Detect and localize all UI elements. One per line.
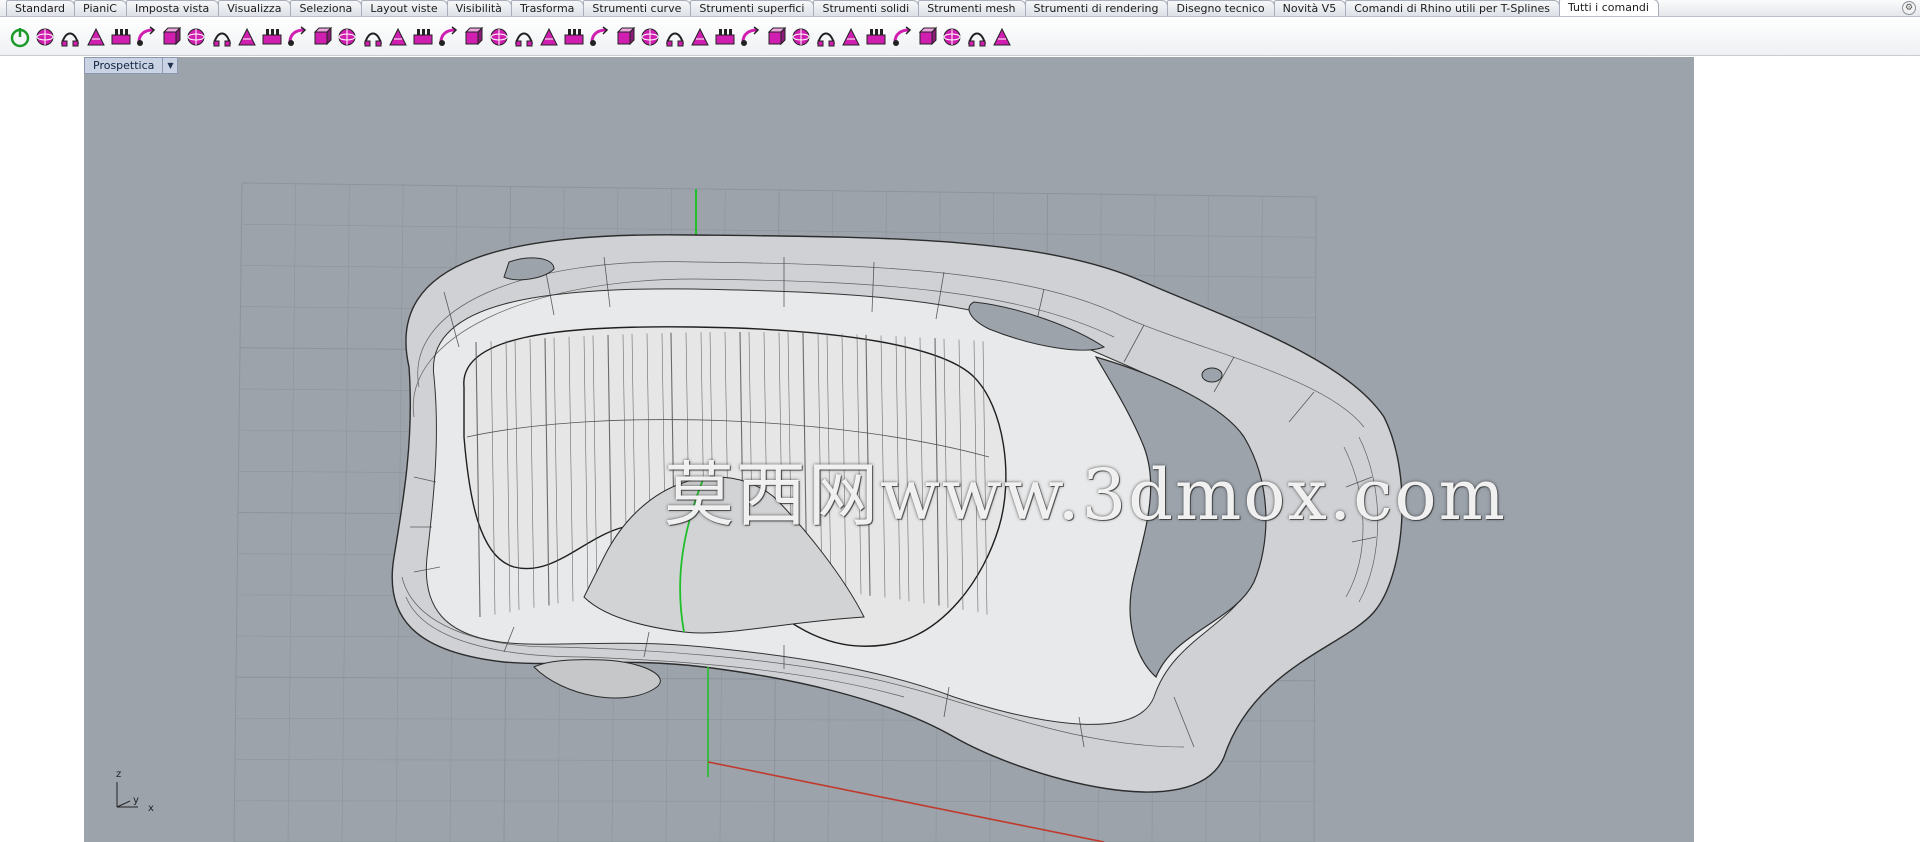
offset-icon[interactable]: [311, 26, 333, 48]
tab-seleziona[interactable]: Seleziona: [290, 0, 363, 16]
tab-strumenti-solidi[interactable]: Strumenti solidi: [813, 0, 920, 16]
axis-z-label: z: [116, 769, 122, 780]
surface-loft-icon[interactable]: [185, 26, 207, 48]
tab-tutti-i-comandi[interactable]: Tutti i comandi: [1558, 0, 1659, 16]
viewport-title: Prospettica: [93, 59, 155, 72]
tab-comandi-di-rhino-utili-per-t-splines[interactable]: Comandi di Rhino utili per T-Splines: [1345, 0, 1560, 16]
star-icon[interactable]: [815, 26, 837, 48]
tab-imposta-vista[interactable]: Imposta vista: [125, 0, 220, 16]
capsule-icon[interactable]: [966, 26, 988, 48]
gear-icon[interactable]: [991, 26, 1013, 48]
tangent-icon[interactable]: [714, 26, 736, 48]
tab-trasforma[interactable]: Trasforma: [510, 0, 585, 16]
grid-array-icon[interactable]: [412, 26, 434, 48]
box-icon[interactable]: [34, 26, 56, 48]
cylinder-icon[interactable]: [588, 25, 610, 48]
tab-strumenti-curve[interactable]: Strumenti curve: [583, 0, 692, 16]
array-icon[interactable]: [110, 26, 132, 48]
box-magenta-icon[interactable]: [362, 26, 384, 48]
tab-strumenti-di-rendering[interactable]: Strumenti di rendering: [1024, 0, 1169, 16]
sphere-icon[interactable]: [59, 26, 81, 48]
tab-novit-v5[interactable]: Novità V5: [1273, 0, 1347, 16]
tab-disegno-tecnico[interactable]: Disegno tecnico: [1167, 0, 1275, 16]
curve-network-icon[interactable]: [513, 26, 535, 48]
hand-icon[interactable]: [689, 26, 711, 48]
viewport-title-bar[interactable]: Prospettica ▼: [84, 57, 179, 74]
fold-icon[interactable]: [891, 25, 913, 48]
pipe-icon[interactable]: [538, 26, 560, 48]
compass-icon[interactable]: [790, 26, 812, 48]
tab-standard[interactable]: Standard: [6, 0, 76, 16]
viewport-menu-arrow-icon[interactable]: ▼: [162, 58, 177, 73]
dot-grid-icon[interactable]: [639, 26, 661, 48]
rotate-icon[interactable]: [211, 26, 233, 48]
curve-tool-icon[interactable]: [85, 26, 107, 48]
axis-y-label: y: [133, 795, 139, 806]
flow-arrow-icon[interactable]: [160, 26, 182, 48]
vertex-grid-icon[interactable]: [614, 26, 636, 48]
perspective-viewport[interactable]: 莫西网www.3dmox.com z y x: [84, 57, 1694, 842]
tab-visualizza[interactable]: Visualizza: [218, 0, 292, 16]
axis-x-label: x: [148, 803, 154, 814]
watermark-text: 莫西网www.3dmox.com: [664, 454, 1508, 536]
command-tabs: Standard PianiC Imposta vista Visualizza Sel…: [0, 0, 1920, 17]
layer-icon[interactable]: [916, 26, 938, 48]
tab-strumenti-mesh[interactable]: Strumenti mesh: [918, 0, 1026, 16]
toolbar: [0, 18, 1920, 56]
solid-union-icon[interactable]: [135, 25, 157, 48]
tab-visibilit[interactable]: Visibilità: [446, 0, 512, 16]
panel-icon[interactable]: [865, 26, 887, 48]
cube-cut-icon[interactable]: [336, 26, 358, 48]
scissors-icon[interactable]: [941, 26, 963, 48]
tab-pianic[interactable]: PianiC: [74, 0, 127, 16]
tab-settings-icon[interactable]: ⚙: [1902, 1, 1916, 15]
mesh-grid-icon[interactable]: [488, 26, 510, 48]
tab-layout-viste[interactable]: Layout viste: [361, 0, 448, 16]
power-icon[interactable]: [9, 26, 31, 48]
polygon-icon[interactable]: [840, 26, 862, 48]
diamond-icon[interactable]: [765, 26, 787, 48]
branch-icon[interactable]: [739, 25, 761, 48]
sweep-icon[interactable]: [387, 26, 409, 48]
gumball-icon[interactable]: [236, 26, 258, 48]
checkbox-icon[interactable]: [437, 25, 459, 48]
analyze-icon[interactable]: [563, 26, 585, 48]
blend-icon[interactable]: [664, 26, 686, 48]
arch-icon[interactable]: [261, 26, 283, 48]
grid-icon[interactable]: [462, 26, 484, 48]
tab-strumenti-superfici[interactable]: Strumenti superfici: [690, 0, 815, 16]
extrude-icon[interactable]: [286, 25, 308, 48]
